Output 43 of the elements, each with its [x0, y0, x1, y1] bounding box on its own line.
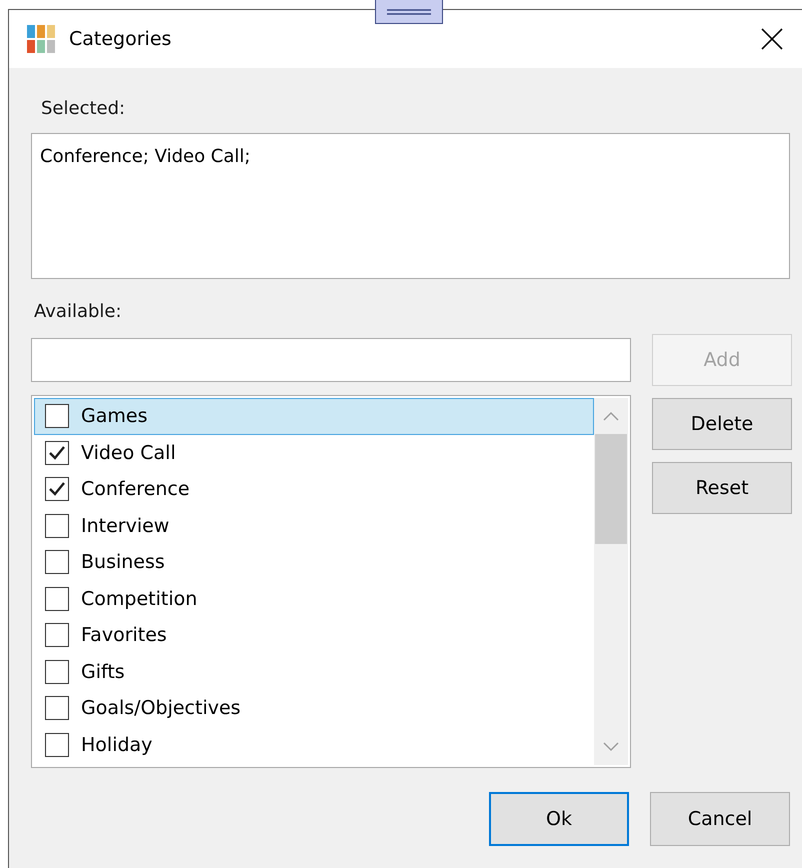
category-item[interactable]: Goals/Objectives	[34, 690, 594, 726]
dialog-button[interactable]: Ok	[489, 792, 629, 846]
checkbox[interactable]	[45, 404, 69, 428]
action-button[interactable]: Reset	[652, 462, 792, 514]
category-label: Holiday	[81, 734, 152, 756]
category-item[interactable]: Business	[34, 544, 594, 580]
field-label: Available:	[34, 301, 123, 322]
checkbox[interactable]	[45, 660, 69, 684]
category-label: Favorites	[81, 624, 167, 646]
category-label: Goals/Objectives	[81, 697, 241, 720]
category-item[interactable]: Conference	[34, 471, 594, 508]
category-label: Conference	[81, 478, 190, 500]
category-item[interactable]: Competition	[34, 580, 594, 617]
checkbox[interactable]	[45, 732, 69, 757]
category-item[interactable]: Gifts	[34, 654, 594, 690]
app-icon	[27, 25, 55, 53]
category-item[interactable]: Holiday	[34, 726, 594, 763]
action-button[interactable]: Delete	[652, 398, 792, 450]
category-label: Video Call	[81, 442, 176, 464]
scrollbar[interactable]	[594, 398, 628, 765]
selected-field[interactable]: Conference; Video Call;	[31, 133, 790, 279]
checkbox[interactable]	[45, 440, 69, 465]
category-item[interactable]: Favorites	[34, 617, 594, 654]
dialog-button[interactable]: Cancel	[650, 792, 790, 846]
category-item[interactable]: Games	[34, 398, 594, 434]
checkbox[interactable]	[45, 550, 69, 574]
grip-handle[interactable]	[375, 0, 443, 24]
checkbox[interactable]	[45, 623, 69, 648]
category-label: Interview	[81, 514, 170, 537]
scroll-thumb[interactable]	[595, 434, 627, 544]
checkbox[interactable]	[45, 586, 69, 611]
category-label: Gifts	[81, 660, 125, 683]
checkbox[interactable]	[45, 696, 69, 720]
category-label: Business	[81, 551, 165, 574]
filter-field[interactable]	[31, 338, 631, 382]
checkbox[interactable]	[45, 477, 69, 502]
checkbox[interactable]	[45, 514, 69, 538]
category-label: Games	[81, 405, 148, 428]
category-item[interactable]: Video Call	[34, 434, 594, 471]
category-label: Competition	[81, 588, 198, 610]
category-item[interactable]: Interview	[34, 508, 594, 544]
field-label: Selected:	[41, 98, 126, 119]
window-title: Categories	[69, 28, 172, 50]
